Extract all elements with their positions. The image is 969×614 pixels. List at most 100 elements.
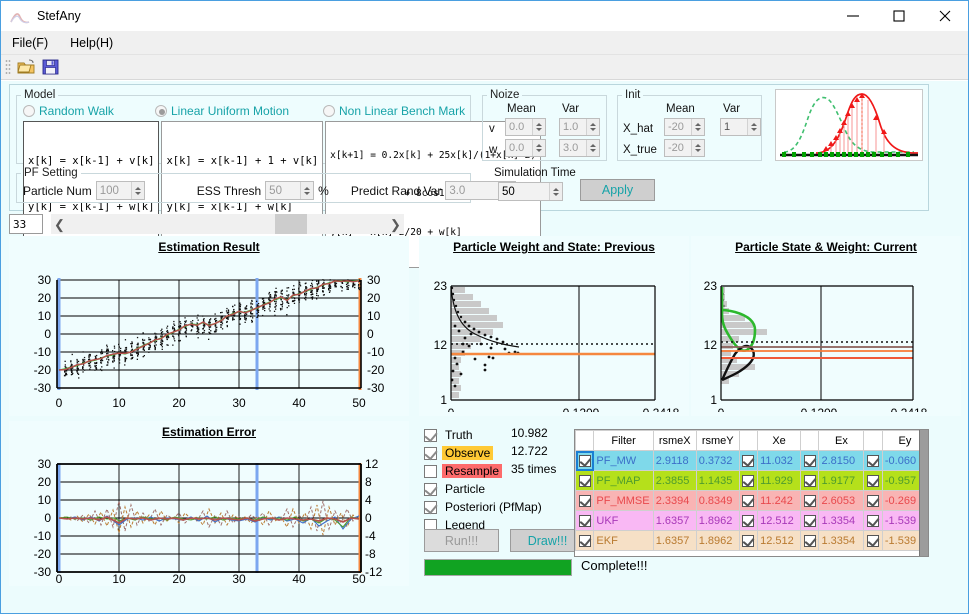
cell-filter[interactable]: EKF — [594, 531, 653, 551]
checkbox-icon[interactable] — [424, 465, 437, 478]
cell-xe[interactable]: 12.512 — [758, 511, 801, 531]
table-row[interactable]: EKF1.63571.896212.5121.3354-1.539 — [576, 531, 928, 551]
cell-ex[interactable]: 1.3354 — [819, 531, 864, 551]
init-x-true-mean-stepper[interactable] — [664, 139, 705, 157]
open-folder-icon[interactable] — [14, 56, 38, 78]
save-floppy-icon[interactable] — [38, 56, 62, 78]
init-x-hat-mean-input[interactable] — [665, 119, 691, 135]
init-x-true-mean-input[interactable] — [665, 140, 691, 156]
checkbox-icon[interactable] — [579, 455, 591, 467]
ex-checkbox[interactable] — [801, 511, 819, 531]
stepper-arrows-icon[interactable] — [300, 182, 313, 199]
legend-item-posteriori[interactable]: Posteriori (PfMap) — [424, 498, 569, 516]
results-table[interactable]: Filter rsmeX rsmeY Xe Ex Ey PF_MW2.91180… — [574, 429, 929, 557]
checkbox-icon[interactable] — [867, 515, 879, 527]
cell-rsmex[interactable]: 1.6357 — [653, 511, 696, 531]
init-x-hat-var-input[interactable] — [721, 119, 747, 135]
chevron-left-icon[interactable]: ❮ — [51, 218, 68, 231]
checkbox-icon[interactable] — [742, 515, 754, 527]
row-select-checkbox[interactable] — [576, 531, 594, 551]
legend-item-particle[interactable]: Particle — [424, 480, 569, 498]
checkbox-icon[interactable] — [424, 501, 437, 514]
stepper-arrows-icon[interactable] — [747, 119, 760, 135]
cell-rsmex[interactable]: 1.6357 — [653, 531, 696, 551]
cell-xe[interactable]: 11.242 — [758, 491, 801, 511]
checkbox-icon[interactable] — [742, 455, 754, 467]
col-filter[interactable]: Filter — [594, 431, 653, 451]
cell-rsmey[interactable]: 1.8962 — [696, 511, 739, 531]
cell-xe[interactable]: 11.032 — [758, 451, 801, 471]
checkbox-icon[interactable] — [867, 535, 879, 547]
cell-ex[interactable]: 2.8150 — [819, 451, 864, 471]
checkbox-icon[interactable] — [804, 455, 816, 467]
xe-checkbox[interactable] — [739, 511, 757, 531]
cell-filter[interactable]: PF_MMSE — [594, 491, 653, 511]
checkbox-icon[interactable] — [579, 515, 591, 527]
table-row[interactable]: PF_MMSE2.33940.834911.2422.6053-0.269 — [576, 491, 928, 511]
ex-checkbox[interactable] — [801, 531, 819, 551]
chevron-right-icon[interactable]: ❯ — [387, 218, 404, 231]
table-row[interactable]: PF_MAP2.38551.143511.9291.9177-0.957 — [576, 471, 928, 491]
stepper-arrows-icon[interactable] — [131, 182, 144, 199]
cell-filter[interactable]: PF_MAP — [594, 471, 653, 491]
ess-thresh-stepper[interactable] — [265, 181, 314, 200]
cell-rsmey[interactable]: 0.8349 — [696, 491, 739, 511]
ex-checkbox[interactable] — [801, 491, 819, 511]
checkbox-icon[interactable] — [867, 455, 879, 467]
cell-ex[interactable]: 1.3354 — [819, 511, 864, 531]
checkbox-icon[interactable] — [804, 515, 816, 527]
noize-w-mean-stepper[interactable] — [505, 139, 546, 157]
checkbox-icon[interactable] — [424, 483, 437, 496]
xe-checkbox[interactable] — [739, 531, 757, 551]
noize-w-var-input[interactable] — [560, 140, 586, 156]
timeline-track[interactable] — [68, 214, 387, 234]
toolbar-grip[interactable] — [5, 59, 11, 75]
run-button[interactable]: Run!!! — [424, 529, 499, 552]
checkbox-icon[interactable] — [804, 535, 816, 547]
cell-rsmex[interactable]: 2.9118 — [653, 451, 696, 471]
particle-num-stepper[interactable] — [96, 181, 145, 200]
radio-random-walk[interactable]: Random Walk — [23, 103, 155, 119]
stepper-arrows-icon[interactable] — [586, 140, 599, 156]
ex-checkbox[interactable] — [801, 471, 819, 491]
cell-rsmey[interactable]: 1.8962 — [696, 531, 739, 551]
checkbox-icon[interactable] — [742, 535, 754, 547]
row-select-checkbox[interactable] — [576, 451, 594, 471]
menu-item-file[interactable]: File(F) — [1, 33, 59, 53]
checkbox-icon[interactable] — [804, 495, 816, 507]
col-ey-check[interactable] — [864, 431, 882, 451]
stepper-arrows-icon[interactable] — [691, 140, 704, 156]
simulation-time-stepper[interactable] — [498, 182, 563, 201]
init-x-hat-var-stepper[interactable] — [720, 118, 761, 136]
cell-ex[interactable]: 1.9177 — [819, 471, 864, 491]
stepper-arrows-icon[interactable] — [532, 119, 545, 135]
ey-checkbox[interactable] — [864, 531, 882, 551]
col-select[interactable] — [576, 431, 594, 451]
cell-filter[interactable]: UKF — [594, 511, 653, 531]
cell-rsmex[interactable]: 2.3394 — [653, 491, 696, 511]
xe-checkbox[interactable] — [739, 451, 757, 471]
cell-ex[interactable]: 2.6053 — [819, 491, 864, 511]
close-icon[interactable] — [922, 2, 968, 31]
apply-button[interactable]: Apply — [580, 179, 655, 201]
checkbox-icon[interactable] — [579, 535, 591, 547]
checkbox-icon[interactable] — [867, 475, 879, 487]
col-rsmex[interactable]: rsmeX — [653, 431, 696, 451]
checkbox-icon[interactable] — [742, 495, 754, 507]
col-ex[interactable]: Ex — [819, 431, 864, 451]
radio-non-linear-bench-mark[interactable]: Non Linear Bench Mark — [323, 103, 465, 119]
col-xe-check[interactable] — [739, 431, 757, 451]
noize-w-mean-input[interactable] — [506, 140, 532, 156]
minimize-icon[interactable] — [830, 2, 876, 31]
cell-rsmex[interactable]: 2.3855 — [653, 471, 696, 491]
cell-rsmey[interactable]: 1.1435 — [696, 471, 739, 491]
ey-checkbox[interactable] — [864, 491, 882, 511]
checkbox-icon[interactable] — [579, 495, 591, 507]
timeline-index-input[interactable]: 33 — [9, 214, 43, 234]
ey-checkbox[interactable] — [864, 471, 882, 491]
noize-v-var-stepper[interactable] — [559, 118, 600, 136]
col-ex-check[interactable] — [801, 431, 819, 451]
noize-w-var-stepper[interactable] — [559, 139, 600, 157]
stepper-arrows-icon[interactable] — [532, 140, 545, 156]
col-xe[interactable]: Xe — [758, 431, 801, 451]
